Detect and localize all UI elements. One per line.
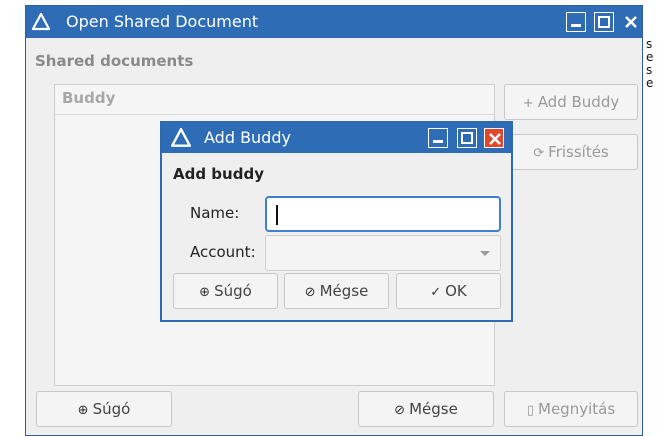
dialog-help-label: Súgó	[214, 282, 252, 300]
help-label: Súgó	[92, 400, 131, 418]
lifebuoy-icon: ⊕	[77, 403, 89, 418]
dialog-cancel-button[interactable]: ⊘ Mégse	[284, 273, 389, 309]
dialog-heading: Add buddy	[173, 165, 264, 183]
add-buddy-label: Add Buddy	[537, 93, 620, 111]
cancel-circle-icon: ⊘	[304, 285, 316, 300]
refresh-button[interactable]: ⟳ Frissítés	[504, 134, 638, 170]
chevron-down-icon	[480, 251, 490, 256]
buddy-column-label: Buddy	[62, 89, 116, 107]
name-input[interactable]	[265, 196, 501, 232]
plus-icon: +	[522, 96, 534, 111]
ok-button[interactable]: ✓ OK	[396, 273, 501, 309]
dialog-maximize-button[interactable]	[457, 128, 477, 148]
minimize-button[interactable]	[566, 12, 586, 32]
dialog-titlebar[interactable]: Add Buddy	[162, 123, 511, 153]
open-button[interactable]: ▯ Megnyitás	[504, 391, 638, 427]
text-caret	[276, 205, 278, 225]
help-button[interactable]: ⊕ Súgó	[36, 391, 172, 427]
ok-label: OK	[445, 282, 467, 300]
close-button[interactable]	[621, 12, 641, 32]
checkmark-icon: ✓	[430, 285, 442, 300]
buddy-column-header[interactable]: Buddy	[55, 85, 494, 115]
refresh-icon: ⟳	[533, 146, 545, 161]
dialog-cancel-label: Mégse	[319, 282, 369, 300]
name-label: Name:	[190, 204, 240, 222]
close-icon	[489, 133, 501, 145]
main-titlebar[interactable]: Open Shared Document	[26, 6, 642, 38]
app-icon	[31, 12, 51, 31]
dialog-title: Add Buddy	[204, 128, 291, 147]
account-select[interactable]	[265, 235, 501, 271]
edge-letter: e	[646, 76, 654, 90]
main-window-title: Open Shared Document	[66, 12, 259, 31]
app-icon	[170, 127, 192, 147]
background-window-edge-text: s e s e	[646, 38, 658, 90]
cancel-label: Mégse	[409, 400, 458, 418]
dialog-minimize-button[interactable]	[428, 128, 448, 148]
document-icon: ▯	[526, 403, 534, 418]
close-icon	[625, 16, 637, 28]
lifebuoy-icon: ⊕	[199, 285, 211, 300]
account-label: Account:	[190, 243, 256, 261]
cancel-circle-icon: ⊘	[394, 403, 406, 418]
open-label: Megnyitás	[538, 400, 616, 418]
dialog-help-button[interactable]: ⊕ Súgó	[173, 273, 278, 309]
cancel-button[interactable]: ⊘ Mégse	[358, 391, 494, 427]
refresh-label: Frissítés	[548, 143, 609, 161]
add-buddy-dialog: Add Buddy Add buddy Name: Account: ⊕ Súgó…	[160, 121, 513, 322]
add-buddy-button[interactable]: + Add Buddy	[504, 84, 638, 120]
maximize-button[interactable]	[594, 12, 614, 32]
dialog-close-button[interactable]	[484, 128, 504, 148]
section-title: Shared documents	[35, 52, 194, 70]
